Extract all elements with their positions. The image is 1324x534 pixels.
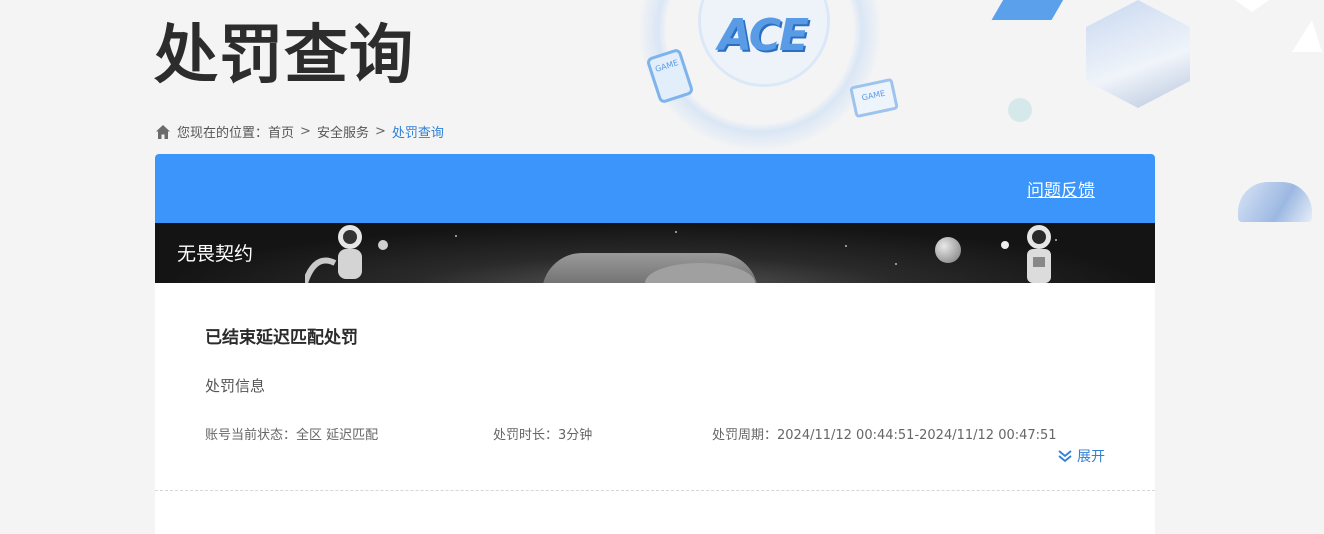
decorative-diamond <box>991 0 1081 20</box>
expand-button[interactable]: 展开 <box>1057 446 1105 466</box>
page-title: 处罚查询 <box>154 19 414 93</box>
astronaut-illustration <box>1001 225 1051 283</box>
breadcrumb-separator: > <box>374 124 386 139</box>
tv-label: GAME <box>860 88 886 103</box>
banner-star <box>845 245 847 247</box>
penalty-card: 问题反馈 无畏契约 已结束延迟匹配处罚 处罚信息 账号当前状态：全区 延迟匹配 … <box>155 154 1155 534</box>
penalty-title: 已结束延迟匹配处罚 <box>205 328 358 348</box>
decorative-bubble <box>1008 98 1032 122</box>
game-banner: 无畏契约 <box>155 223 1155 283</box>
astronaut-illustration <box>305 225 388 283</box>
character-hexagon-image <box>1086 0 1190 108</box>
feedback-link[interactable]: 问题反馈 <box>1027 176 1095 201</box>
breadcrumb-prefix: 您现在的位置： <box>177 126 269 141</box>
penalty-duration: 处罚时长：3分钟 <box>493 428 593 443</box>
character-image <box>1238 182 1312 222</box>
game-name: 无畏契约 <box>177 243 254 265</box>
breadcrumb: 您现在的位置： 首页 > 安全服务 > 处罚查询 <box>155 122 444 141</box>
home-icon <box>156 124 170 139</box>
divider <box>155 490 1155 491</box>
decorative-triangle <box>1232 0 1272 12</box>
ace-logo: ACE <box>718 10 809 61</box>
expand-label: 展开 <box>1077 449 1105 465</box>
penalty-period: 处罚周期：2024/11/12 00:44:51-2024/11/12 00:4… <box>712 428 1057 443</box>
account-status: 账号当前状态：全区 延迟匹配 <box>205 428 379 443</box>
banner-star <box>455 235 457 237</box>
breadcrumb-current: 处罚查询 <box>391 126 444 141</box>
phone-label: GAME <box>654 58 680 74</box>
planet-illustration <box>935 237 961 263</box>
banner-star <box>675 231 677 233</box>
decorative-triangle <box>1292 20 1322 52</box>
banner-star <box>895 263 897 265</box>
breadcrumb-separator: > <box>300 124 311 139</box>
penalty-record: 已结束延迟匹配处罚 处罚信息 账号当前状态：全区 延迟匹配 处罚时长：3分钟 处… <box>155 283 1155 443</box>
card-header: 问题反馈 <box>155 154 1155 223</box>
penalty-info-row: 账号当前状态：全区 延迟匹配 处罚时长：3分钟 处罚周期：2024/11/12 … <box>205 424 1105 443</box>
double-chevron-down-icon <box>1058 450 1072 463</box>
breadcrumb-home-link[interactable]: 首页 <box>268 122 294 141</box>
penalty-section-label: 处罚信息 <box>205 377 266 395</box>
breadcrumb-security-link[interactable]: 安全服务 <box>317 122 369 141</box>
